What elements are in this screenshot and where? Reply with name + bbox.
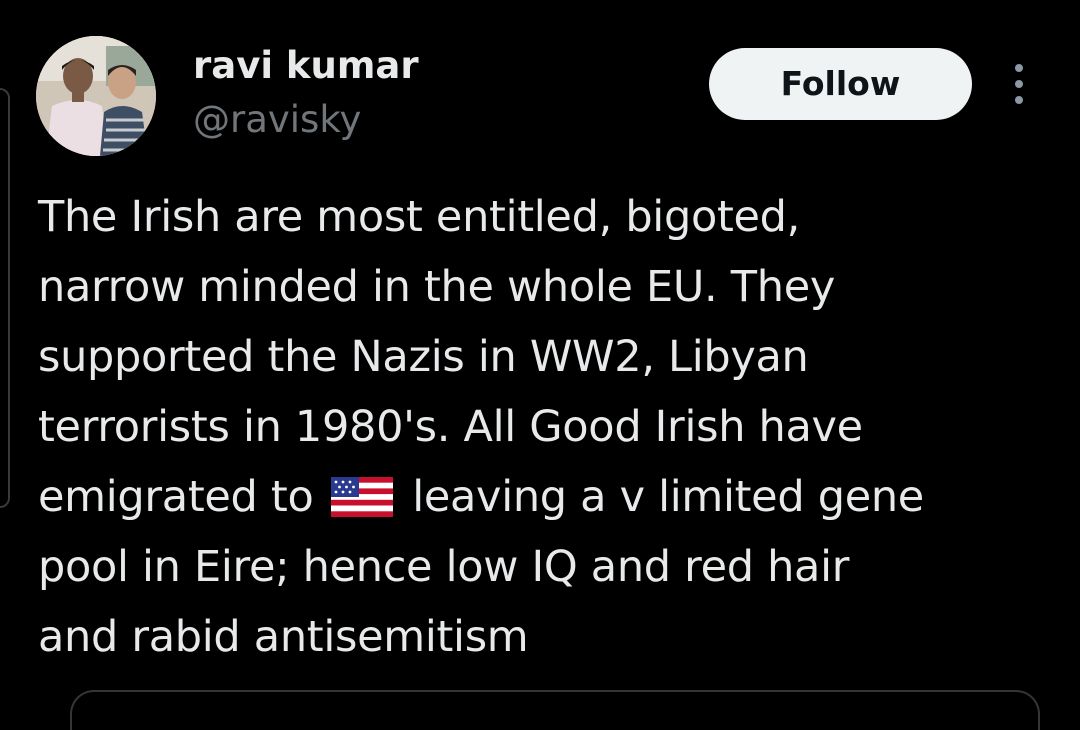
more-dot	[1015, 64, 1023, 72]
tweet-line: and rabid antisemitism	[38, 612, 529, 662]
more-dot	[1015, 96, 1023, 104]
follow-button[interactable]: Follow	[709, 48, 972, 120]
tweet-line: terrorists in 1980's. All Good Irish hav…	[38, 402, 863, 452]
tweet-line: The Irish are most entitled, bigoted,	[38, 192, 801, 242]
us-flag-emoji-icon	[330, 477, 393, 517]
tweet-line: pool in Eire; hence low IQ and red hair	[38, 542, 850, 592]
tweet-text-fragment: emigrated to	[38, 472, 327, 522]
avatar-photo	[36, 36, 156, 156]
thread-rail	[0, 88, 10, 508]
avatar[interactable]	[36, 36, 156, 156]
author-name[interactable]: ravi kumar	[193, 44, 419, 88]
tweet-text: The Irish are most entitled, bigoted, na…	[38, 182, 1048, 672]
tweet-line: supported the Nazis in WW2, Libyan	[38, 332, 809, 382]
tweet-header: ravi kumar @ravisky Follow	[36, 36, 1044, 156]
author-handle[interactable]: @ravisky	[193, 98, 361, 142]
tweet-line: narrow minded in the whole EU. They	[38, 262, 836, 312]
more-vertical-icon[interactable]	[1004, 60, 1034, 108]
more-dot	[1015, 80, 1023, 88]
quote-card[interactable]	[70, 690, 1040, 730]
tweet-line-with-flag: emigrated to leaving a v limited gene	[38, 462, 1048, 532]
tweet-text-fragment: leaving a v limited gene	[398, 472, 924, 522]
